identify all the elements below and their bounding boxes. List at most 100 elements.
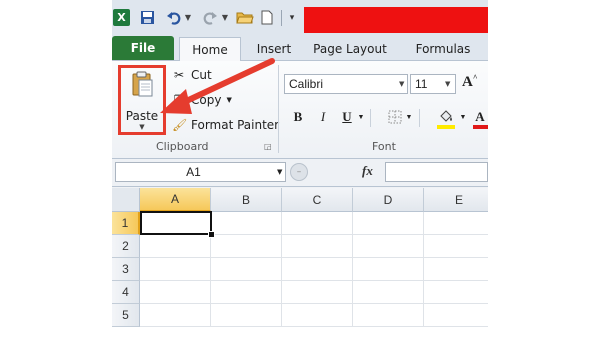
toolbar-divider (281, 10, 282, 26)
chevron-down-icon: ▼ (139, 123, 145, 131)
clipboard-group-label: Clipboard (156, 140, 209, 153)
tab-file[interactable]: File (112, 36, 174, 60)
font-group-label: Font (372, 140, 396, 153)
paste-label: Paste (125, 109, 159, 123)
dialog-launcher-icon[interactable]: ◲ (264, 142, 272, 151)
tab-formulas[interactable]: Formulas (410, 38, 476, 60)
formula-bar-toggle-icon[interactable]: – (290, 163, 308, 181)
underline-button[interactable]: U (339, 107, 355, 127)
cell-d4[interactable] (353, 281, 424, 304)
row-header-2[interactable]: 2 (112, 235, 140, 258)
open-folder-icon[interactable] (236, 9, 254, 26)
cell-b1[interactable] (211, 212, 282, 235)
font-size-select[interactable]: 11 ▼ (410, 74, 456, 94)
column-header-a[interactable]: A (140, 188, 211, 212)
copy-button[interactable]: ❐ Copy ▼ (172, 91, 232, 109)
name-box-value: A1 (186, 165, 201, 179)
cell-b5[interactable] (211, 304, 282, 327)
bold-button[interactable]: B (290, 107, 306, 127)
scissors-icon: ✂ (173, 68, 185, 82)
borders-button[interactable] (388, 107, 402, 127)
tab-page-layout[interactable]: Page Layout (310, 38, 390, 60)
new-document-icon[interactable] (260, 9, 274, 26)
redo-dropdown-icon[interactable]: ▼ (221, 9, 229, 26)
tab-home[interactable]: Home (179, 37, 241, 62)
tab-insert[interactable]: Insert (250, 38, 298, 60)
row-header-1[interactable]: 1 (112, 212, 140, 235)
formula-input[interactable] (385, 162, 488, 182)
borders-dropdown-icon[interactable]: ▼ (405, 107, 413, 127)
column-header-d[interactable]: D (353, 188, 424, 212)
font-name-select[interactable]: Calibri ▼ (284, 74, 408, 94)
paste-button[interactable]: Paste ▼ (118, 65, 166, 135)
italic-button[interactable]: I (315, 107, 331, 127)
grow-font-button[interactable]: A^ (462, 73, 478, 91)
fill-handle[interactable] (208, 231, 215, 238)
format-painter-label: Format Painter (191, 118, 280, 132)
copy-label: Copy (191, 93, 222, 107)
undo-icon[interactable] (165, 9, 181, 26)
redo-icon[interactable] (202, 9, 218, 26)
format-painter-button[interactable]: 🖌 Format Painter (172, 116, 279, 134)
cell-a3[interactable] (140, 258, 211, 281)
cell-c5[interactable] (282, 304, 353, 327)
cell-d5[interactable] (353, 304, 424, 327)
cell-e3[interactable] (424, 258, 488, 281)
ribbon-tabs: File Home Insert Page Layout Formulas (112, 34, 488, 62)
row-header-3[interactable]: 3 (112, 258, 140, 281)
cell-b4[interactable] (211, 281, 282, 304)
copy-dropdown-icon[interactable]: ▼ (226, 96, 231, 104)
excel-window: X ▼ ▼ ▾ File Home Insert Page Layout For… (112, 0, 488, 331)
excel-icon[interactable]: X (113, 9, 130, 26)
quick-access-toolbar: X ▼ ▼ ▾ (112, 0, 488, 35)
customize-icon[interactable]: ▾ (287, 9, 297, 26)
cell-e1[interactable] (424, 212, 488, 235)
fill-color-swatch (437, 125, 455, 129)
font-color-swatch (473, 125, 488, 129)
font-size-value: 11 (415, 77, 428, 91)
column-header-b[interactable]: B (211, 188, 282, 212)
cell-c3[interactable] (282, 258, 353, 281)
redacted-title-bar (304, 7, 488, 33)
chevron-down-icon[interactable]: ▼ (277, 168, 282, 176)
row-header-4[interactable]: 4 (112, 281, 140, 304)
cell-a5[interactable] (140, 304, 211, 327)
copy-icon: ❐ (173, 93, 185, 107)
group-divider (278, 65, 279, 153)
cut-label: Cut (191, 68, 212, 82)
undo-dropdown-icon[interactable]: ▼ (184, 9, 192, 26)
select-all-button[interactable] (112, 188, 140, 212)
row-header-5[interactable]: 5 (112, 304, 140, 327)
cell-d3[interactable] (353, 258, 424, 281)
column-header-c[interactable]: C (282, 188, 353, 212)
cell-b2[interactable] (211, 235, 282, 258)
insert-function-button[interactable]: fx (362, 163, 373, 179)
cell-a2[interactable] (140, 235, 211, 258)
worksheet-grid: A B C D E 1 2 3 4 5 (112, 188, 488, 331)
toolbar-divider (419, 109, 420, 127)
formula-bar: A1 ▼ – fx (112, 159, 488, 187)
grow-font-label: A (462, 74, 473, 90)
cell-e2[interactable] (424, 235, 488, 258)
active-cell-outline[interactable] (140, 211, 212, 235)
cell-b3[interactable] (211, 258, 282, 281)
chevron-down-icon: ▼ (399, 80, 405, 88)
column-header-e[interactable]: E (424, 188, 488, 212)
fill-color-icon[interactable] (437, 107, 455, 127)
save-icon[interactable] (139, 9, 155, 26)
cell-c4[interactable] (282, 281, 353, 304)
cell-e5[interactable] (424, 304, 488, 327)
name-box[interactable]: A1 ▼ (115, 162, 286, 182)
fill-color-dropdown-icon[interactable]: ▼ (459, 107, 467, 127)
cell-d2[interactable] (353, 235, 424, 258)
cell-c1[interactable] (282, 212, 353, 235)
cut-button[interactable]: ✂ Cut (172, 66, 212, 84)
cell-c2[interactable] (282, 235, 353, 258)
font-color-button[interactable]: A (473, 107, 487, 127)
paintbrush-icon: 🖌 (172, 118, 188, 132)
cell-d1[interactable] (353, 212, 424, 235)
cell-e4[interactable] (424, 281, 488, 304)
underline-dropdown-icon[interactable]: ▼ (357, 107, 365, 127)
cell-a4[interactable] (140, 281, 211, 304)
toolbar-divider (370, 109, 371, 127)
